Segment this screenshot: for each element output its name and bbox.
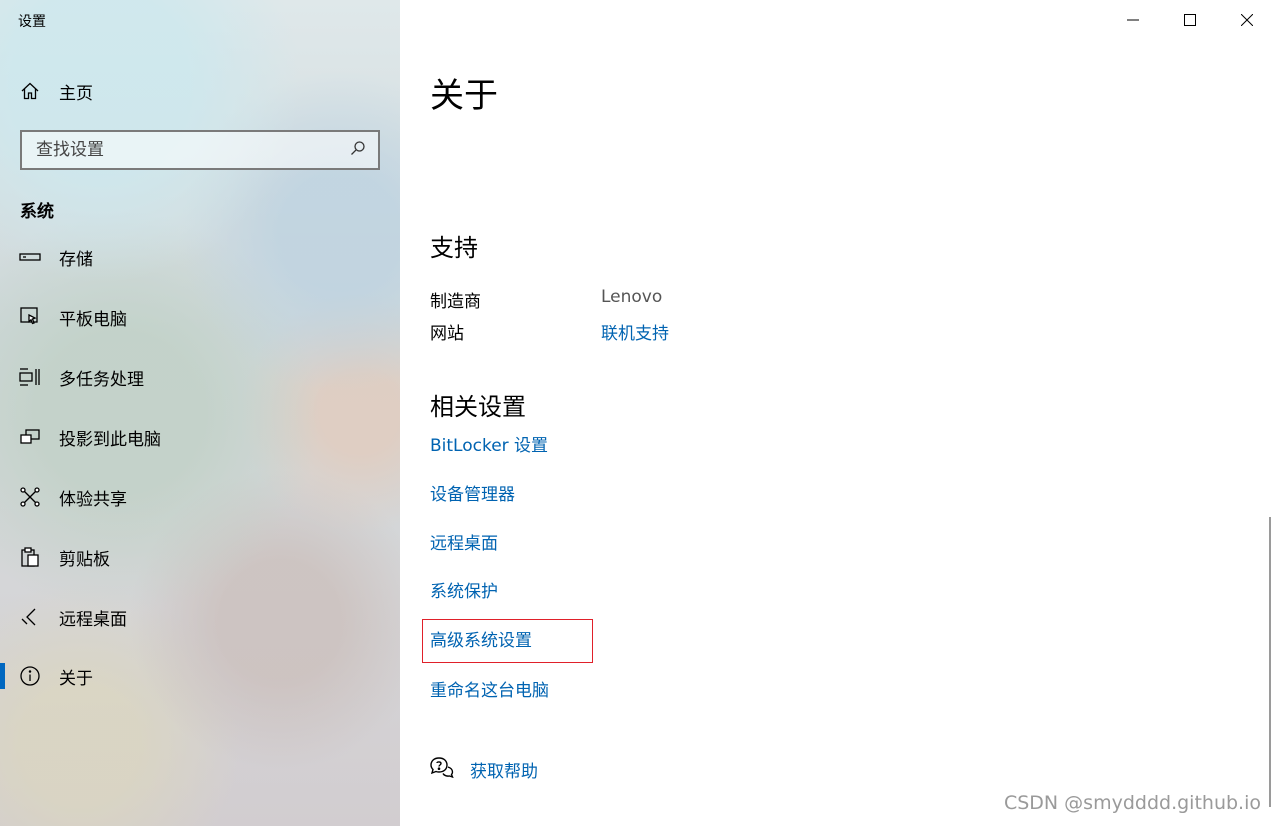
sidebar-item-label: 剪贴板: [59, 549, 110, 570]
system-protection-link[interactable]: 系统保护: [430, 577, 498, 602]
annotation-highlight-box: [422, 619, 593, 663]
app-title: 设置: [18, 14, 46, 30]
search-icon[interactable]: [350, 140, 366, 160]
scrollbar[interactable]: [1269, 517, 1271, 807]
watermark: CSDN @smydddd.github.io: [1003, 792, 1261, 814]
close-button[interactable]: [1218, 0, 1275, 40]
maximize-icon: [1183, 14, 1196, 26]
maximize-button[interactable]: [1161, 0, 1218, 40]
sidebar-item-home[interactable]: 主页: [0, 71, 400, 111]
minimize-icon: [1126, 19, 1139, 21]
sidebar-item-about[interactable]: 关于: [0, 656, 400, 696]
device-manager-link[interactable]: 设备管理器: [430, 480, 515, 505]
bitlocker-settings-link[interactable]: BitLocker 设置: [430, 431, 548, 456]
sidebar-item-label: 关于: [59, 668, 93, 689]
sidebar-item-remote-desktop[interactable]: 远程桌面: [0, 597, 400, 637]
sidebar-item-multitasking[interactable]: 多任务处理: [0, 357, 400, 397]
sidebar-item-tablet[interactable]: 平板电脑: [0, 297, 400, 337]
support-heading: 支持: [430, 234, 478, 262]
remote-desktop-icon: [18, 605, 42, 629]
help-chat-icon: [430, 756, 454, 782]
minimize-button[interactable]: [1104, 0, 1161, 40]
manufacturer-value: Lenovo: [601, 287, 663, 307]
get-help-link[interactable]: 获取帮助: [470, 757, 538, 782]
remote-desktop-link[interactable]: 远程桌面: [430, 529, 498, 554]
sidebar-item-shared-experiences[interactable]: 体验共享: [0, 477, 400, 517]
shared-experiences-icon: [18, 485, 42, 509]
home-icon: [18, 79, 42, 103]
search-field[interactable]: [20, 130, 380, 170]
info-icon: [18, 664, 42, 688]
sidebar-item-label: 存储: [59, 249, 93, 270]
rename-pc-link[interactable]: 重命名这台电脑: [430, 676, 549, 701]
website-label: 网站: [430, 324, 464, 344]
sidebar-item-clipboard[interactable]: 剪贴板: [0, 537, 400, 577]
sidebar-item-storage[interactable]: 存储: [0, 237, 400, 277]
related-settings-heading: 相关设置: [430, 393, 526, 421]
sidebar-item-label: 远程桌面: [59, 609, 127, 630]
sidebar-item-projecting[interactable]: 投影到此电脑: [0, 417, 400, 457]
get-help[interactable]: 获取帮助: [430, 756, 538, 782]
sidebar-item-label: 主页: [59, 83, 93, 104]
sidebar-item-label: 体验共享: [59, 489, 127, 510]
sidebar-item-label: 投影到此电脑: [59, 429, 161, 450]
close-icon: [1240, 14, 1253, 26]
sidebar-item-label: 多任务处理: [59, 369, 144, 390]
storage-icon: [18, 245, 42, 269]
page-title: 关于: [430, 76, 498, 116]
manufacturer-label: 制造商: [430, 292, 481, 312]
search-input[interactable]: [36, 140, 336, 160]
online-support-link[interactable]: 联机支持: [601, 319, 669, 344]
tablet-icon: [18, 305, 42, 329]
multitasking-icon: [18, 365, 42, 389]
clipboard-icon: [18, 545, 42, 569]
sidebar-item-label: 平板电脑: [59, 309, 127, 330]
section-label: 系统: [20, 202, 54, 222]
sidebar: 设置 主页 系统 存储 平板电脑 多任务处理 投影到此电脑: [0, 0, 400, 826]
projecting-icon: [18, 425, 42, 449]
